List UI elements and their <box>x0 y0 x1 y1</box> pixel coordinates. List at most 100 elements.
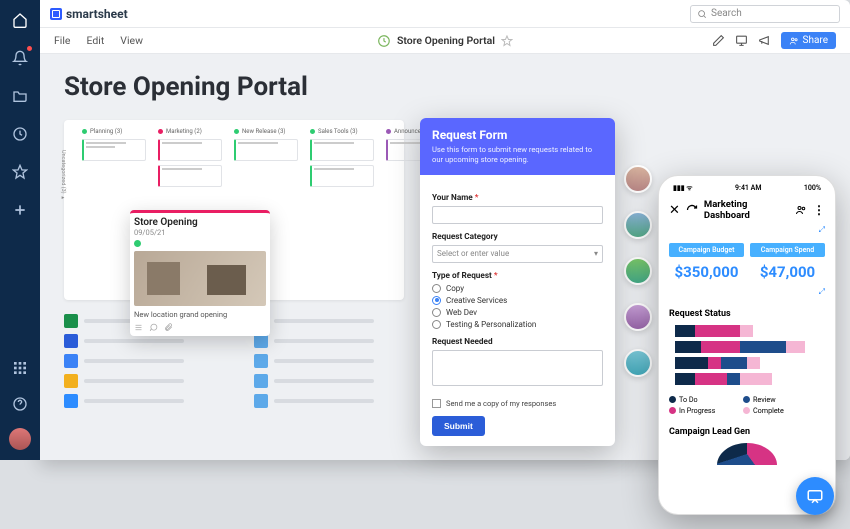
status-battery: 100% <box>804 184 821 193</box>
avatar[interactable] <box>624 165 652 193</box>
list-icon[interactable] <box>134 323 143 332</box>
bar-segment <box>695 325 741 337</box>
radio-creative[interactable]: Creative Services <box>432 296 603 305</box>
card-date: 09/05/21 <box>134 228 266 237</box>
search-icon <box>697 9 707 19</box>
file-row[interactable] <box>254 334 374 348</box>
card-caption: New location grand opening <box>134 310 266 319</box>
file-row[interactable] <box>64 334 184 348</box>
needed-textarea[interactable] <box>432 350 603 386</box>
close-icon[interactable]: ✕ <box>669 203 680 218</box>
chevron-down-icon: ▾ <box>594 249 598 258</box>
legend-item: To Do <box>679 395 698 404</box>
card-detail-popup[interactable]: Store Opening 09/05/21 New location gran… <box>130 210 270 336</box>
nav-apps-icon[interactable] <box>8 356 32 380</box>
file-row[interactable] <box>64 374 184 388</box>
mobile-status-bar: ▮▮▮ ᯤ 9:41 AM 100% <box>669 182 825 195</box>
bar-segment <box>740 325 753 337</box>
bar-segment <box>747 357 760 369</box>
send-copy-checkbox[interactable]: Send me a copy of my responses <box>432 399 603 408</box>
nav-home-icon[interactable] <box>8 8 32 32</box>
talk-icon[interactable] <box>149 323 158 332</box>
file-row[interactable] <box>254 314 374 328</box>
menu-file[interactable]: File <box>54 34 70 47</box>
top-bar: smartsheet Search <box>40 0 850 28</box>
donut-chart-preview <box>717 443 777 465</box>
type-label: Type of Request * <box>432 271 603 281</box>
avatar[interactable] <box>624 211 652 239</box>
more-icon[interactable]: ⋮ <box>813 203 825 217</box>
metric-spend: Campaign Spend $47,000 <box>750 243 825 281</box>
brand-logo[interactable]: smartsheet <box>50 7 128 21</box>
expand-icon[interactable]: ⤢ <box>669 225 825 235</box>
category-select[interactable]: Select or enter value▾ <box>432 245 603 263</box>
row-label: Uncategorized (3) ▸ <box>60 150 66 201</box>
status-section-title: Request Status <box>669 309 825 319</box>
people-icon[interactable] <box>795 204 807 216</box>
bar-segment <box>695 373 727 385</box>
col-label: Marketing (2) <box>166 128 202 135</box>
avatar[interactable] <box>624 303 652 331</box>
file-row[interactable] <box>64 354 184 368</box>
edit-icon[interactable] <box>712 34 725 47</box>
nav-help-icon[interactable] <box>8 392 32 416</box>
avatar[interactable] <box>624 349 652 377</box>
chat-icon <box>806 487 824 505</box>
portal-title: Store Opening Portal <box>64 72 826 102</box>
col-label: Planning (3) <box>90 128 122 135</box>
menu-edit[interactable]: Edit <box>86 34 104 47</box>
radio-testing[interactable]: Testing & Personalization <box>432 320 603 329</box>
bar-segment <box>740 341 786 353</box>
status-stacked-bar-chart <box>669 325 825 385</box>
metric-label: Campaign Budget <box>669 243 744 257</box>
avatar[interactable] <box>624 257 652 285</box>
refresh-icon[interactable] <box>686 204 698 216</box>
bar-segment <box>675 325 695 337</box>
bar-segment <box>721 357 747 369</box>
form-title: Request Form <box>432 128 603 142</box>
nav-notifications-icon[interactable] <box>8 46 32 70</box>
bar-segment <box>675 373 695 385</box>
chat-button[interactable] <box>796 477 834 515</box>
category-label: Request Category <box>432 232 603 242</box>
file-row[interactable] <box>64 394 184 408</box>
nav-favorites-icon[interactable] <box>8 160 32 184</box>
submit-button[interactable]: Submit <box>432 416 485 436</box>
announce-icon[interactable] <box>758 34 771 47</box>
present-icon[interactable] <box>735 34 748 47</box>
favorite-star-icon[interactable] <box>501 35 513 47</box>
radio-webdev[interactable]: Web Dev <box>432 308 603 317</box>
bar-segment <box>675 357 708 369</box>
file-row[interactable] <box>254 354 374 368</box>
share-button[interactable]: Share <box>781 32 836 49</box>
nav-folder-icon[interactable] <box>8 84 32 108</box>
nav-add-icon[interactable] <box>8 198 32 222</box>
legend-item: Complete <box>753 406 784 415</box>
nav-recent-icon[interactable] <box>8 122 32 146</box>
search-placeholder: Search <box>711 8 742 19</box>
form-subtitle: Use this form to submit new requests rel… <box>432 145 603 165</box>
legend-item: Review <box>753 395 776 404</box>
col-label: New Release (3) <box>242 128 286 135</box>
name-input[interactable] <box>432 206 603 224</box>
bar-segment <box>708 357 721 369</box>
file-row[interactable] <box>254 394 374 408</box>
doc-type-icon <box>377 34 391 48</box>
chart-legend: To Do Review In Progress Complete <box>669 395 825 415</box>
file-row[interactable] <box>254 374 374 388</box>
attach-icon[interactable] <box>164 323 173 332</box>
expand-icon[interactable]: ⤢ <box>669 287 825 297</box>
menu-view[interactable]: View <box>120 34 143 47</box>
left-nav-sidebar <box>0 0 40 460</box>
share-label: Share <box>803 35 828 46</box>
mobile-header: ✕ Marketing Dashboard ⋮ <box>669 199 825 221</box>
radio-copy[interactable]: Copy <box>432 284 603 293</box>
name-label: Your Name * <box>432 193 603 203</box>
nav-user-avatar[interactable] <box>9 428 31 450</box>
signal-icon: ▮▮▮ ᯤ <box>673 184 693 193</box>
bar-segment <box>727 373 740 385</box>
metric-value: $47,000 <box>750 263 825 281</box>
global-search-input[interactable]: Search <box>690 5 840 23</box>
card-image <box>134 251 266 306</box>
legend-item: In Progress <box>679 406 715 415</box>
